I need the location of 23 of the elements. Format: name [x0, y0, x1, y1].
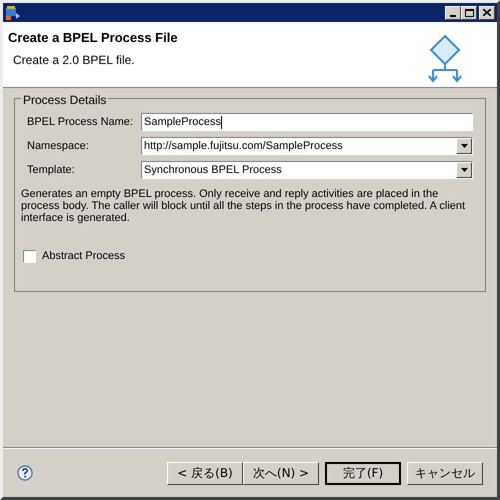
close-icon [483, 9, 491, 16]
input-field[interactable]: SampleProcess [141, 113, 473, 131]
dialog-button[interactable]: 次へ(N) > [243, 462, 319, 484]
dropdown[interactable]: Synchronous BPEL Process [141, 161, 473, 179]
dropdown-arrow-icon [460, 144, 468, 148]
app-icon [5, 4, 21, 20]
minimize-button[interactable] [445, 6, 461, 20]
maximize-button[interactable] [461, 6, 477, 20]
dialog-button[interactable]: キャンセル [407, 462, 483, 484]
field-label: Template: [27, 162, 76, 178]
checkbox-label[interactable]: Abstract Process [42, 248, 126, 264]
template-description: Generates an empty BPEL process. Only receive and reply activities are placed in the process body. The caller will block until all the steps in the process have completed. A client interface is generated. [21, 188, 466, 224]
close-button[interactable] [479, 6, 495, 20]
field-label: Namespace: [27, 138, 90, 154]
dialog-button[interactable]: < 戻る(B) [167, 462, 243, 484]
dropdown-arrow-icon [460, 168, 468, 172]
page-title: Create a BPEL Process File [8, 29, 178, 47]
field-label: BPEL Process Name: [27, 114, 134, 130]
page-description: Create a 2.0 BPEL file. [13, 52, 136, 68]
help-icon[interactable] [17, 465, 33, 481]
checkbox[interactable] [23, 250, 36, 263]
dropdown[interactable]: http://sample.fujitsu.com/SampleProcess [141, 137, 473, 155]
dialog-button[interactable]: 完了(F) [325, 462, 401, 484]
